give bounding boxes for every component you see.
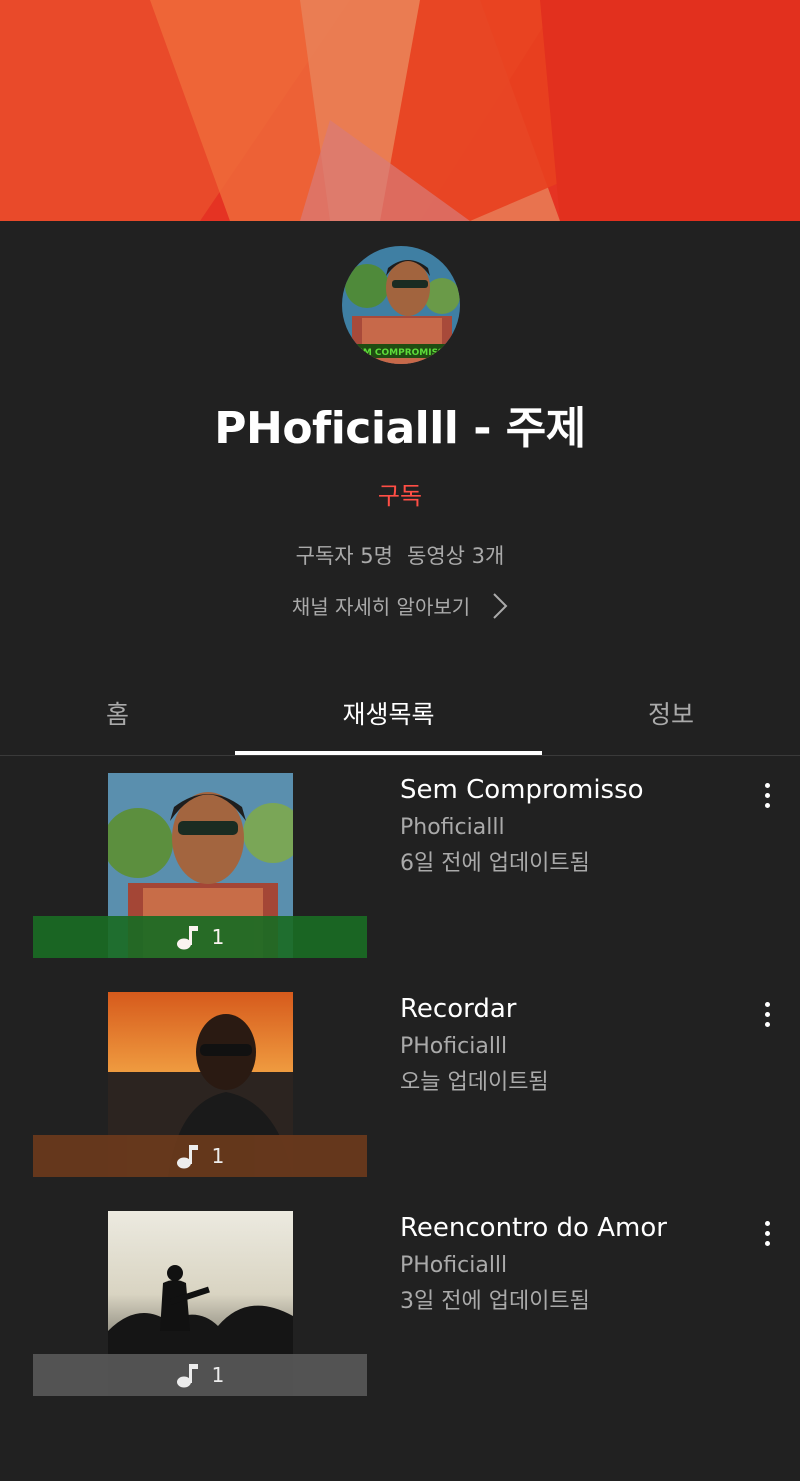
music-note-icon — [176, 1364, 198, 1388]
playlist-count-bar: 1 — [33, 1354, 367, 1396]
learn-more-link[interactable]: 채널 자세히 알아보기 — [0, 591, 800, 620]
more-options-icon[interactable] — [752, 1215, 782, 1251]
tab-about[interactable]: 정보 — [542, 670, 800, 755]
playlist-updated: 6일 전에 업데이트됨 — [400, 851, 590, 876]
playlist-item[interactable]: 1 Sem Compromisso Phoficialll 6일 전에 업데이트… — [0, 773, 800, 963]
channel-title: PHoficialll - 주제 — [214, 403, 586, 454]
music-note-icon — [176, 926, 198, 950]
tab-playlists[interactable]: 재생목록 — [235, 670, 542, 755]
playlist-updated: 3일 전에 업데이트됨 — [400, 1289, 590, 1314]
playlist-title[interactable]: Sem Compromisso — [400, 775, 644, 805]
tab-selected-indicator — [235, 751, 542, 755]
playlist-count-bar: 1 — [33, 916, 367, 958]
playlist-item[interactable]: 1 Recordar PHoficialll 오늘 업데이트됨 — [0, 992, 800, 1182]
playlist-count-bar: 1 — [33, 1135, 367, 1177]
playlist-title[interactable]: Reencontro do Amor — [400, 1213, 667, 1243]
channel-tabs: 홈 재생목록 정보 — [0, 670, 800, 756]
playlist-owner: PHoficialll — [400, 1034, 508, 1059]
playlist-title[interactable]: Recordar — [400, 994, 516, 1024]
channel-avatar[interactable]: SEM COMPROMISSO — [342, 246, 460, 364]
playlist-updated: 오늘 업데이트됨 — [400, 1070, 549, 1095]
playlist-video-count: 1 — [211, 1144, 225, 1168]
chevron-right-icon — [493, 592, 508, 619]
more-options-icon[interactable] — [752, 777, 782, 813]
video-count: 동영상 3개 — [407, 544, 505, 568]
playlist-video-count: 1 — [211, 1363, 225, 1387]
more-options-icon[interactable] — [752, 996, 782, 1032]
subscribe-button[interactable]: 구독 — [0, 476, 800, 511]
playlist-item[interactable]: 1 Reencontro do Amor PHoficialll 3일 전에 업… — [0, 1211, 800, 1401]
playlist-video-count: 1 — [211, 925, 225, 949]
svg-text:SEM COMPROMISSO: SEM COMPROMISSO — [350, 348, 452, 358]
channel-banner — [0, 0, 800, 221]
music-note-icon — [176, 1145, 198, 1169]
playlist-owner: PHoficialll — [400, 1253, 508, 1278]
tab-home[interactable]: 홈 — [0, 670, 235, 755]
channel-stats: 구독자 5명 동영상 3개 — [0, 540, 800, 570]
learn-more-label: 채널 자세히 알아보기 — [291, 595, 471, 619]
playlist-owner: Phoficialll — [400, 815, 505, 840]
subscriber-count: 구독자 5명 — [295, 544, 393, 568]
